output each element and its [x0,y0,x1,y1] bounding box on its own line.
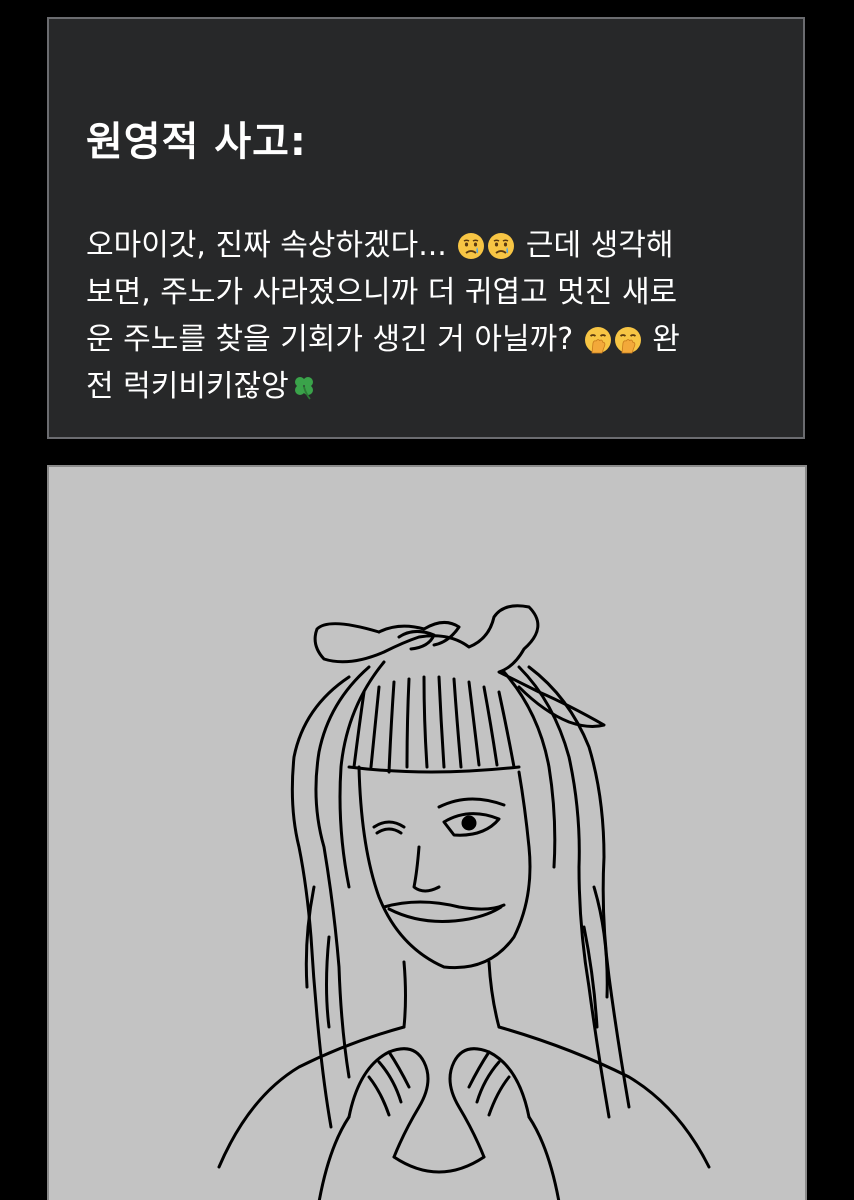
mouth [382,900,506,911]
neck [402,960,407,1029]
card-title: 원영적 사고: [86,119,307,165]
hair-bow [313,604,606,728]
page: 원영적 사고: 오마이갓, 진짜 속상하겠다... 근데 생각해 보면, 주노가… [0,0,854,1200]
body-text-3a: 운 주노를 찾을 기회가 생긴 거 아닐까? [86,322,574,357]
body-line-4: 전 럭키비키잖앙 [86,363,786,410]
body-text-1a: 오마이갓, 진짜 속상하겠다... [86,228,447,263]
drawing-panel [47,465,807,1200]
girl-line-drawing [217,604,711,1200]
nose [412,845,441,893]
card-body: 오마이갓, 진짜 속상하겠다... 근데 생각해 보면, 주노가 사라졌으니까 … [86,222,786,410]
hand-over-mouth-icon [584,327,611,354]
hand-heart [347,1047,430,1159]
hand-over-mouth-icon [614,327,641,354]
body-text-3b: 완 [652,322,680,357]
shoulders [217,1025,406,1169]
body-line-1: 오마이갓, 진짜 속상하겠다... 근데 생각해 [86,222,786,269]
body-line-3: 운 주노를 찾을 기회가 생긴 거 아닐까? 완 [86,316,786,363]
four-leaf-clover-icon [294,377,313,400]
crying-face-icon [458,233,485,259]
text-card: 원영적 사고: 오마이갓, 진짜 속상하겠다... 근데 생각해 보면, 주노가… [47,17,805,439]
body-line-2: 보면, 주노가 사라졌으니까 더 귀엽고 멋진 새로 [86,275,678,310]
face-outline [357,765,532,970]
body-text-1b: 근데 생각해 [525,228,674,263]
crying-face-icon [488,233,515,259]
body-text-4: 전 럭키비키잖앙 [86,369,289,404]
winking-eye [372,820,406,829]
